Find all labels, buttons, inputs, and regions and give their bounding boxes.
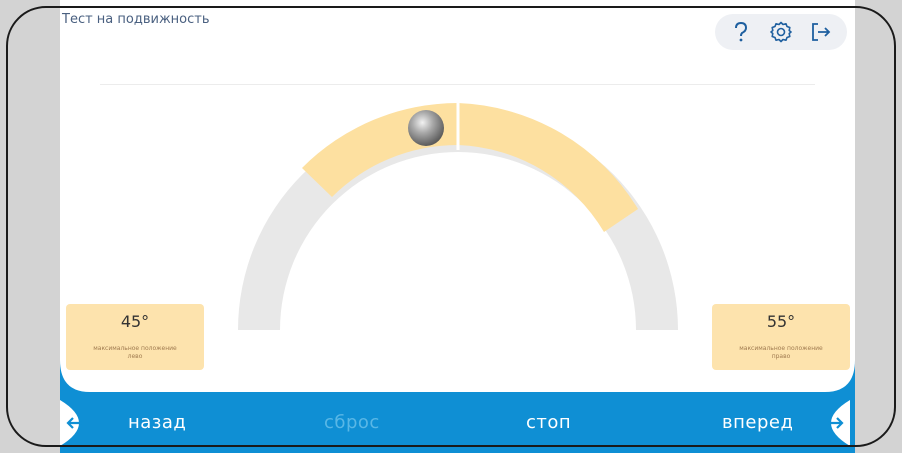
gauge-range-right	[458, 103, 638, 232]
device-frame: Тест на подвижность 45° максимальное пол…	[0, 0, 902, 453]
right-max-caption-line1: максимальное положение	[739, 345, 823, 352]
left-max-caption: максимальное положение лево	[66, 345, 204, 361]
left-max-caption-line1: максимальное положение	[93, 345, 177, 352]
right-max-caption: максимальное положение право	[712, 345, 850, 361]
reset-button[interactable]: сброс	[324, 412, 380, 433]
bezel-right	[855, 0, 902, 453]
forward-arrow-icon[interactable]	[812, 400, 852, 446]
right-max-panel: 55° максимальное положение право	[712, 304, 850, 370]
back-arrow-icon[interactable]	[58, 400, 98, 446]
left-max-value: 45°	[120, 312, 150, 331]
right-max-caption-line2: право	[771, 353, 791, 360]
stop-button[interactable]: стоп	[526, 412, 571, 433]
bottom-nav-bar: назад сброс стоп вперед	[60, 392, 855, 453]
forward-button[interactable]: вперед	[722, 412, 793, 433]
left-max-caption-line2: лево	[127, 353, 143, 360]
bezel-left	[0, 0, 60, 453]
back-button[interactable]: назад	[128, 412, 186, 433]
left-max-panel: 45° максимальное положение лево	[66, 304, 204, 370]
app-screen: Тест на подвижность 45° максимальное пол…	[60, 0, 855, 453]
right-max-value: 55°	[766, 312, 796, 331]
position-indicator-ball	[408, 110, 444, 146]
